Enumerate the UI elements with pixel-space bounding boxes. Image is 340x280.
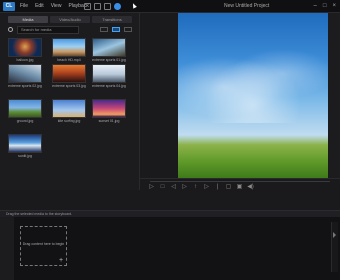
stop-icon[interactable]: □	[159, 184, 166, 191]
add-clip-icon[interactable]: +	[59, 257, 63, 264]
import-media-icon[interactable]	[8, 27, 13, 32]
new-project-icon[interactable]	[84, 3, 91, 10]
tab-media[interactable]: Media	[8, 16, 48, 23]
thumbnail	[92, 64, 126, 83]
track-header	[0, 217, 14, 280]
media-item[interactable]: sunset 01.jpg	[92, 99, 126, 123]
menu-view[interactable]: View	[51, 2, 62, 11]
menu-file[interactable]: File	[20, 2, 28, 11]
preview-side-margin	[328, 13, 340, 190]
media-item[interactable]: extreme sports 01.jpg	[92, 38, 126, 62]
tab-transitions[interactable]: Transitions	[92, 16, 132, 23]
media-item[interactable]: extreme sports 04.jpg	[92, 64, 126, 88]
maximize-button[interactable]: □	[323, 2, 327, 11]
thumbnail	[8, 99, 42, 118]
storyboard: Drag content here to begin +	[0, 217, 340, 280]
fast-forward-icon[interactable]: ▷	[203, 184, 210, 191]
save-project-icon[interactable]	[104, 3, 111, 10]
media-item[interactable]: balloon.jpg	[8, 38, 42, 62]
media-item[interactable]: beach HD.mp4	[52, 38, 86, 62]
drop-zone-text: Drag content here to begin	[22, 242, 65, 246]
empty-panel	[0, 192, 340, 210]
media-label: extreme sports 04.jpg	[92, 84, 126, 88]
open-project-icon[interactable]	[94, 3, 101, 10]
timeline-hint: Drag the selected media to the storyboar…	[0, 210, 340, 217]
library-tabs: Media Video/Audio Transitions	[8, 16, 132, 23]
title-bar: CL File Edit View Playback New Untitled …	[0, 0, 340, 13]
app-logo: CL	[3, 2, 15, 11]
thumbnail	[8, 64, 42, 83]
snapshot-icon[interactable]: ▢	[225, 184, 232, 191]
media-item[interactable]: ground.jpg	[8, 99, 42, 123]
player-controls: ▷ □ ◁ ▷ ↑ ▷ | ▢ ▣ ◀)	[140, 178, 340, 192]
view-toggle	[100, 27, 132, 32]
media-label: sunset 01.jpg	[98, 119, 120, 123]
thumbnail	[92, 38, 126, 57]
media-item[interactable]: extreme sports 02.jpg	[8, 64, 42, 88]
storyboard-scrollbar[interactable]	[331, 222, 338, 272]
list-view-icon[interactable]	[112, 27, 120, 32]
media-label: extreme sports 01.jpg	[92, 58, 126, 62]
player-buttons: ▷ □ ◁ ▷ ↑ ▷ | ▢ ▣ ◀)	[148, 184, 254, 191]
project-title: New Untitled Project	[224, 3, 270, 9]
export-icon[interactable]: ↑	[192, 184, 199, 191]
volume-icon[interactable]: ◀)	[247, 184, 254, 191]
toolbar-icons	[84, 3, 121, 10]
media-label: extreme sports 03.jpg	[52, 84, 86, 88]
media-label: beach HD.mp4	[57, 58, 81, 62]
search-input[interactable]: Search for media	[17, 26, 79, 34]
previous-frame-icon[interactable]: ◁	[170, 184, 177, 191]
scroll-right-icon[interactable]	[333, 232, 336, 238]
preview-window	[178, 13, 328, 178]
preview-margin	[140, 13, 178, 190]
grid-view-icon[interactable]	[100, 27, 108, 32]
media-label: kite surfing.jpg	[57, 119, 81, 123]
minimize-button[interactable]: –	[314, 2, 317, 11]
search-row: Search for media	[8, 26, 136, 34]
play-icon[interactable]: ▷	[148, 184, 155, 191]
divider: |	[216, 184, 219, 190]
window-controls: – □ ×	[314, 2, 336, 11]
fullscreen-icon[interactable]: ▣	[236, 184, 243, 191]
media-label: extreme sports 02.jpg	[8, 84, 42, 88]
close-button[interactable]: ×	[332, 2, 336, 11]
thumbnail	[52, 64, 86, 83]
menu-bar: File Edit View Playback	[20, 2, 89, 11]
media-label: sunlit.jpg	[18, 154, 32, 158]
media-item[interactable]: kite surfing.jpg	[52, 99, 86, 123]
media-item[interactable]: extreme sports 03.jpg	[52, 64, 86, 88]
thumbnail	[92, 99, 126, 118]
next-frame-icon[interactable]: ▷	[181, 184, 188, 191]
menu-edit[interactable]: Edit	[35, 2, 44, 11]
thumbnail	[8, 38, 42, 57]
sort-icon[interactable]	[124, 27, 132, 32]
mouse-cursor-icon	[131, 2, 137, 9]
media-library-panel: Media Video/Audio Transitions Search for…	[0, 13, 140, 190]
thumbnail	[52, 99, 86, 118]
seek-slider[interactable]	[150, 181, 330, 182]
help-icon[interactable]	[114, 3, 121, 10]
preview-image	[178, 33, 328, 123]
tab-video-audio[interactable]: Video/Audio	[50, 16, 90, 23]
media-label: ground.jpg	[16, 119, 34, 123]
thumbnail	[8, 134, 42, 153]
thumbnail	[52, 38, 86, 57]
media-label: balloon.jpg	[16, 58, 34, 62]
media-item[interactable]: sunlit.jpg	[8, 134, 42, 158]
